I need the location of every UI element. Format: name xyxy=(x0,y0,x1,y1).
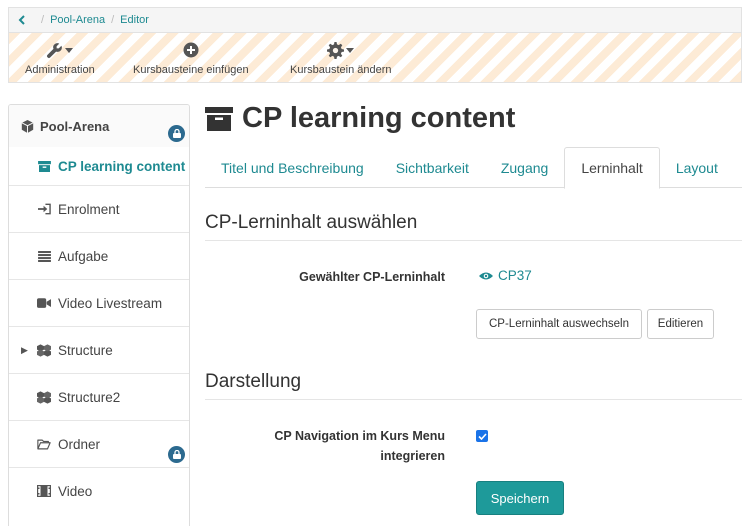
checkmark-icon xyxy=(477,432,487,440)
caret-right-icon[interactable]: ▶ xyxy=(21,345,28,356)
archive-icon xyxy=(205,106,233,131)
archive-icon xyxy=(37,160,51,172)
sidebar-item-enrolment[interactable]: Enrolment xyxy=(9,185,189,232)
sidebar-item-label: CP learning content xyxy=(58,158,186,174)
insert-course-elements-label: Kursbausteine einfügen xyxy=(133,64,249,76)
change-course-element-button[interactable]: Kursbaustein ändern xyxy=(290,40,392,76)
sidebar-item-structure2[interactable]: Structure2 xyxy=(9,373,189,420)
sidebar-root-pool-arena[interactable]: Pool-Arena xyxy=(9,105,189,147)
save-button[interactable]: Speichern xyxy=(476,481,564,515)
administration-label: Administration xyxy=(25,64,95,76)
video-camera-icon xyxy=(37,298,51,308)
sidebar-item-cp-learning-content[interactable]: CP learning content xyxy=(9,147,189,185)
gear-icon xyxy=(327,41,345,59)
insert-course-elements-button[interactable]: Kursbausteine einfügen xyxy=(133,40,249,76)
sidebar-item-video-livestream[interactable]: Video Livestream xyxy=(9,279,189,326)
tab-bar: Titel und Beschreibung Sichtbarkeit Zuga… xyxy=(205,147,742,189)
folder-icon xyxy=(37,439,51,450)
tab-titel-und-beschreibung[interactable]: Titel und Beschreibung xyxy=(205,147,380,188)
tab-zugang[interactable]: Zugang xyxy=(485,147,564,188)
sidebar-item-structure[interactable]: ▶ Structure xyxy=(9,326,189,373)
list-icon xyxy=(37,250,51,262)
plus-circle-icon xyxy=(183,42,199,58)
tab-lerninhalt[interactable]: Lerninhalt xyxy=(564,147,660,189)
nav-integration-label-line1: CP Navigation im Kurs Menu xyxy=(274,429,445,443)
page-title-text: CP learning content xyxy=(242,102,516,134)
tab-sichtbarkeit[interactable]: Sichtbarkeit xyxy=(380,147,485,188)
nav-integration-label: CP Navigation im Kurs Menu integrieren xyxy=(274,426,445,466)
sidebar-item-label: Structure xyxy=(58,342,113,358)
section-heading-cp-select: CP-Lerninhalt auswählen xyxy=(205,212,742,241)
back-chevron-icon[interactable] xyxy=(9,15,35,25)
caret-down-icon xyxy=(346,47,355,53)
breadcrumb-separator: / xyxy=(41,14,45,26)
section-heading-darstellung: Darstellung xyxy=(205,371,742,400)
wrench-icon xyxy=(47,42,63,58)
sign-in-icon xyxy=(37,203,51,215)
selected-cp-link[interactable]: CP37 xyxy=(479,268,532,283)
change-course-element-label: Kursbaustein ändern xyxy=(290,64,392,76)
lock-icon xyxy=(168,446,185,463)
sidebar-item-label: Video Livestream xyxy=(58,295,163,311)
lock-icon xyxy=(168,125,185,142)
eye-icon xyxy=(479,272,493,279)
edit-cp-button[interactable]: Editieren xyxy=(647,309,714,339)
selected-cp-value: CP37 xyxy=(498,268,532,283)
sidebar-item-label: Ordner xyxy=(58,436,101,452)
sidebar-item-label: Structure2 xyxy=(58,389,121,405)
tab-layout[interactable]: Layout xyxy=(660,147,734,188)
cube-icon xyxy=(21,119,34,133)
breadcrumb-editor[interactable]: Editor xyxy=(120,14,149,26)
sidebar-item-aufgabe[interactable]: Aufgabe xyxy=(9,232,189,279)
sidebar-item-label: Enrolment xyxy=(58,201,120,217)
sidebar-item-label: Video xyxy=(58,483,93,499)
breadcrumb-pool-arena[interactable]: Pool-Arena xyxy=(50,14,105,26)
sidebar-item-video[interactable]: Video xyxy=(9,467,189,514)
administration-button[interactable]: Administration xyxy=(25,40,95,76)
film-icon xyxy=(37,485,51,497)
cubes-icon xyxy=(37,390,51,404)
breadcrumb: / Pool-Arena / Editor xyxy=(8,7,742,32)
page-title: CP learning content xyxy=(205,102,515,135)
sidebar-root-label: Pool-Arena xyxy=(40,118,110,134)
cubes-icon xyxy=(37,343,51,357)
selected-cp-label: Gewählter CP-Lerninhalt xyxy=(299,270,445,284)
sidebar-item-ordner[interactable]: Ordner xyxy=(9,420,189,467)
switch-cp-button[interactable]: CP-Lerninhalt auswechseln xyxy=(476,309,642,339)
breadcrumb-separator: / xyxy=(111,14,115,26)
nav-integration-label-line2: integrieren xyxy=(380,449,445,463)
course-tree-sidebar: Pool-Arena CP learning content Enrolment… xyxy=(8,104,190,526)
nav-integration-checkbox[interactable] xyxy=(476,430,488,442)
sidebar-item-label: Aufgabe xyxy=(58,248,109,264)
caret-down-icon xyxy=(65,47,74,53)
editor-toolbar: Administration Kursbausteine einfügen Ku… xyxy=(8,32,742,83)
